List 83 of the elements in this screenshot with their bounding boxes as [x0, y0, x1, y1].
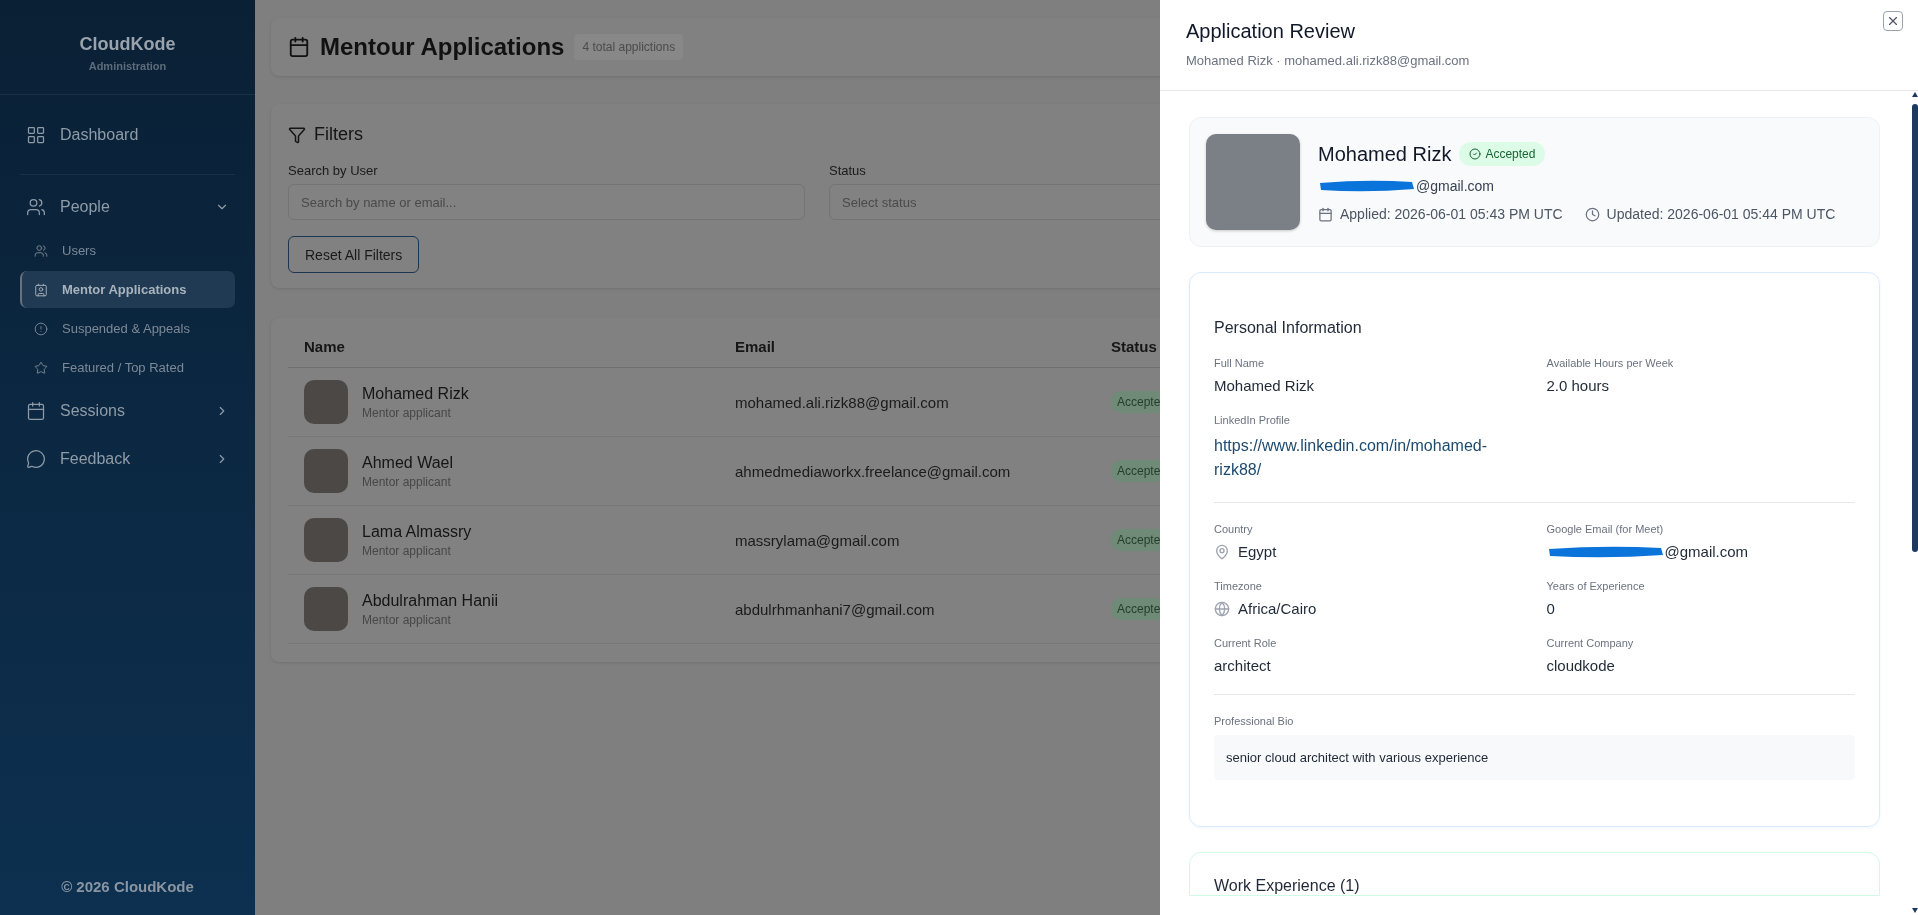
email-cell: ahmedmediaworkx.freelance@gmail.com — [735, 462, 1011, 480]
chat-bubble-icon — [26, 449, 46, 469]
reset-filters-button[interactable]: Reset All Filters — [288, 236, 420, 273]
photo-placeholder — [304, 587, 348, 631]
nav-item[interactable]: Dashboard — [20, 95, 235, 175]
clock-icon — [1584, 206, 1600, 222]
applicant-role: Mentor applicant — [362, 405, 452, 420]
grid-icon — [26, 124, 46, 145]
status-badge: Accepte — [1111, 460, 1161, 482]
email-cell: mohamed.ali.rizk88@gmail.com — [735, 393, 949, 411]
photo-placeholder — [304, 380, 348, 424]
bio-text: senior cloud architect with various experience — [1214, 735, 1855, 780]
calendar-icon — [288, 36, 310, 58]
field-label: Years of Experience — [1546, 580, 1646, 592]
field-label: Google Email (for Meet) — [1546, 523, 1665, 535]
nav-subitem[interactable]: Featured / Top Rated — [20, 349, 235, 386]
column-header: Email — [719, 330, 1095, 368]
check-circle-icon — [1469, 148, 1482, 160]
status-badge: Accepte — [1111, 529, 1161, 551]
copyright-text: © 2026 CloudKode — [60, 878, 195, 897]
nav-subitem[interactable]: Mentor Applications — [20, 271, 235, 308]
drawer-subtitle: Mohamed Rizk · mohamed.ali.rizk88@gmail.com — [1186, 53, 1471, 68]
field-label: Timezone — [1214, 580, 1263, 592]
page-title: Mentour Applications — [320, 33, 565, 61]
drawer-title: Application Review — [1186, 20, 1356, 43]
field-value: cloudkode — [1546, 657, 1616, 674]
field-label: LinkedIn Profile — [1214, 414, 1291, 426]
field-label: Available Hours per Week — [1546, 357, 1675, 369]
globe-icon — [1214, 600, 1230, 617]
applicant-role: Mentor applicant — [362, 543, 452, 558]
applicant-name: Mohamed Rizk — [1318, 142, 1452, 166]
nav-item[interactable]: Sessions — [20, 387, 235, 435]
applicant-role: Mentor applicant — [362, 474, 452, 489]
filters-title: Filters — [314, 124, 363, 145]
funnel-icon — [288, 125, 306, 144]
photo-placeholder — [304, 518, 348, 562]
applicant-name: Ahmed Wael — [362, 453, 453, 472]
applicant-name: Mohamed Rizk — [362, 384, 469, 403]
field-value: Africa/Cairo — [1238, 600, 1317, 617]
calendar-icon — [26, 401, 46, 421]
field-value: 0 — [1546, 600, 1556, 617]
search-field[interactable]: Search by name or email... — [288, 184, 805, 220]
email-cell: massrylama@gmail.com — [735, 531, 900, 549]
field-value: @gmail.com — [1664, 543, 1749, 560]
calendar-icon — [1318, 206, 1333, 222]
users-icon — [26, 197, 46, 217]
field-value: architect — [1214, 657, 1272, 674]
star-icon — [34, 360, 48, 375]
field-label: Professional Bio — [1214, 715, 1295, 727]
field-label: Current Company — [1546, 637, 1635, 649]
nav-item[interactable]: People — [20, 183, 235, 231]
field-label: Country — [1214, 523, 1254, 535]
field-label: Search by User — [288, 163, 379, 178]
field-value: 2.0 hours — [1546, 377, 1611, 394]
users-icon — [34, 243, 48, 258]
email-cell: abdulrhmanhani7@gmail.com — [735, 600, 935, 618]
brand-name: CloudKode — [79, 34, 176, 55]
map-pin-icon — [1214, 543, 1230, 560]
id-card-icon — [34, 282, 48, 297]
nav-item[interactable]: Feedback — [20, 435, 235, 483]
field-label: Current Role — [1214, 637, 1278, 649]
alert-circle-icon — [34, 321, 48, 336]
close-button[interactable] — [1883, 11, 1903, 31]
field-value: Egypt — [1238, 543, 1277, 560]
nav-subitem[interactable]: Suspended & Appeals — [20, 310, 235, 347]
close-icon — [1886, 14, 1900, 28]
applicant-name: Abdulrahman Hanii — [362, 591, 499, 610]
status-badge: Accepte — [1111, 391, 1161, 413]
section-title: Work Experience (1) — [1214, 877, 1360, 894]
status-badge: Accepted — [1459, 142, 1546, 166]
column-header: Name — [288, 330, 719, 368]
field-label: Full Name — [1214, 357, 1266, 369]
applicant-name: Lama Almassry — [362, 522, 472, 541]
linkedin-link[interactable]: https://www.linkedin.com/in/mohamed-rizk88/ — [1214, 434, 1499, 482]
nav-subitem[interactable]: Users — [20, 232, 235, 269]
photo-placeholder — [304, 449, 348, 493]
updated-date: Updated: 2026-06-01 05:44 PM UTC — [1606, 206, 1836, 222]
status-badge: Accepte — [1111, 598, 1161, 620]
brand-subtitle: Administration — [88, 60, 167, 72]
applicant-role: Mentor applicant — [362, 612, 452, 627]
field-value: Mohamed Rizk — [1214, 377, 1316, 394]
field-label: Status — [829, 163, 867, 178]
count-badge: 4 total applictions — [574, 34, 684, 60]
